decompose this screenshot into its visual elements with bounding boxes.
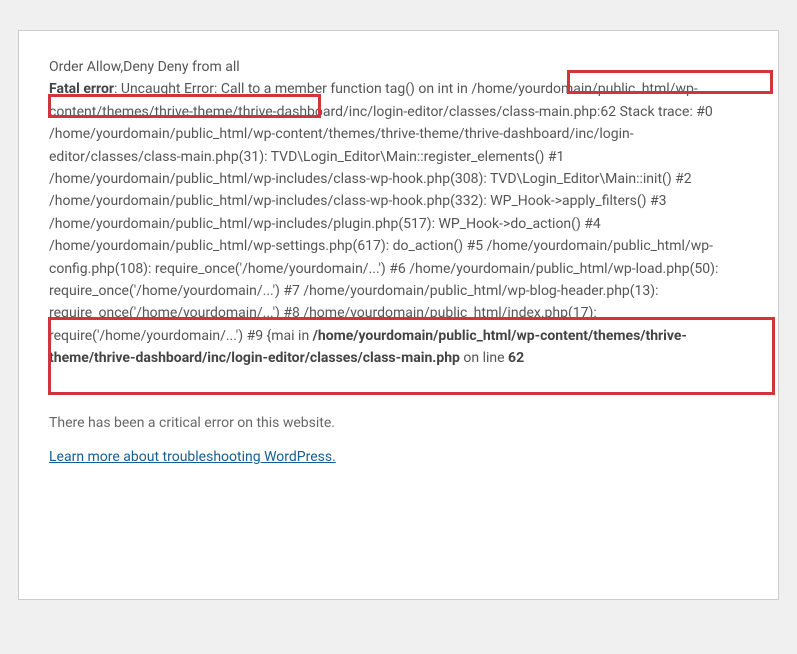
fatal-error-label: Fatal error [49, 81, 114, 97]
error-box: Order Allow,Deny Deny from all Fatal err… [18, 30, 779, 600]
error-content: Order Allow,Deny Deny from all Fatal err… [49, 56, 748, 369]
page-wrap: Order Allow,Deny Deny from all Fatal err… [0, 0, 797, 654]
on-line-text: on line [460, 350, 508, 366]
troubleshoot-link[interactable]: Learn more about troubleshooting WordPre… [49, 449, 336, 465]
fatal-error-text: : Uncaught Error: Call to a member funct… [49, 81, 718, 343]
order-line: Order Allow,Deny Deny from all [49, 59, 240, 75]
line-number: 62 [508, 350, 524, 366]
critical-error-message: There has been a critical error on this … [49, 415, 748, 431]
